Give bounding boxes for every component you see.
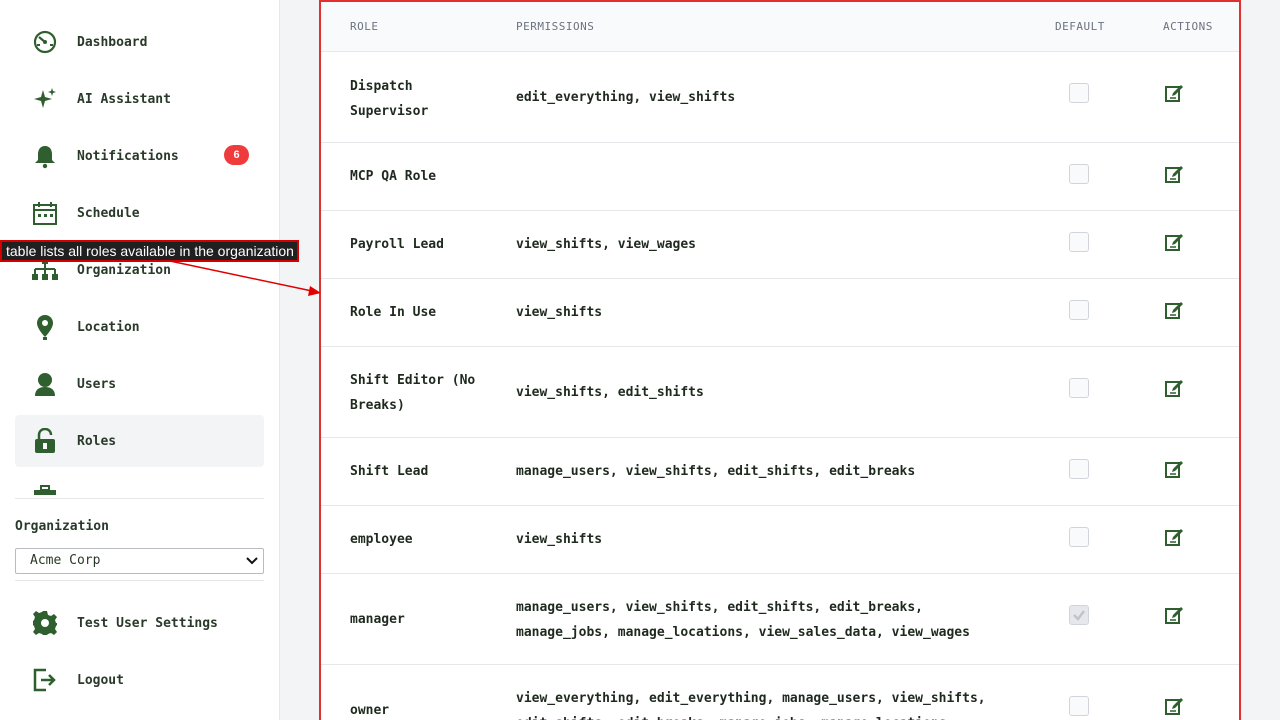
- sidebar-item-label: Roles: [77, 433, 117, 449]
- role-name: manager: [350, 612, 405, 627]
- sidebar-item-label: Users: [77, 376, 117, 392]
- table-header: ROLE PERMISSIONS DEFAULT ACTIONS: [321, 2, 1239, 52]
- default-checkbox[interactable]: [1069, 232, 1089, 252]
- sparkle-icon: [32, 86, 58, 112]
- table-row: Shift Editor (No Breaks) view_shifts, edi…: [321, 347, 1239, 438]
- sidebar-item-dashboard[interactable]: Dashboard: [15, 16, 264, 68]
- sidebar-item-label: AI Assistant: [77, 91, 171, 107]
- role-permissions: view_shifts, view_wages: [516, 237, 697, 252]
- chevron-down-icon: [245, 553, 259, 569]
- table-row: Shift Lead manage_users, view_shifts, edi…: [321, 438, 1239, 506]
- default-checkbox[interactable]: [1069, 300, 1089, 320]
- role-name: owner: [350, 703, 390, 718]
- sidebar-item-label: Logout: [77, 672, 124, 688]
- organization-select[interactable]: Acme Corp: [15, 548, 264, 574]
- column-header-permissions: PERMISSIONS: [516, 20, 595, 33]
- sidebar-item-partial[interactable]: [15, 472, 264, 495]
- role-name: MCP QA Role: [350, 169, 437, 184]
- organization-label: Organization: [15, 519, 109, 534]
- default-checkbox[interactable]: [1069, 83, 1089, 103]
- sidebar-item-users[interactable]: Users: [15, 358, 264, 410]
- sidebar-item-location[interactable]: Location: [15, 301, 264, 353]
- edit-icon[interactable]: [1164, 527, 1184, 547]
- default-checkbox[interactable]: [1069, 164, 1089, 184]
- sidebar-item-label: Test User Settings: [77, 615, 218, 631]
- sidebar-item-label: Schedule: [77, 205, 140, 221]
- role-permissions: view_everything, edit_everything, manage…: [516, 691, 986, 720]
- sidebar-item-ai-assistant[interactable]: AI Assistant: [15, 73, 264, 125]
- edit-icon[interactable]: [1164, 83, 1184, 103]
- edit-icon[interactable]: [1164, 300, 1184, 320]
- edit-icon[interactable]: [1164, 605, 1184, 625]
- column-header-actions: ACTIONS: [1163, 20, 1213, 33]
- edit-icon[interactable]: [1164, 378, 1184, 398]
- table-row: employee view_shifts: [321, 506, 1239, 574]
- sidebar-item-test-user-settings[interactable]: Test User Settings: [15, 597, 264, 649]
- gear-icon: [32, 610, 58, 636]
- edit-icon[interactable]: [1164, 459, 1184, 479]
- role-name: Shift Lead: [350, 464, 429, 479]
- role-name: employee: [350, 532, 413, 547]
- sidebar: Dashboard AI Assistant Notifications 6 S…: [0, 0, 280, 720]
- column-header-role: ROLE: [350, 20, 379, 33]
- organization-select-value: Acme Corp: [30, 553, 101, 568]
- sidebar-item-label: Notifications: [77, 148, 179, 164]
- sidebar-item-logout[interactable]: Logout: [15, 654, 264, 706]
- annotation-callout: table lists all roles available in the o…: [0, 240, 299, 262]
- role-name: Shift Editor (No Breaks): [350, 373, 476, 413]
- calendar-icon: [32, 200, 58, 226]
- dashboard-icon: [32, 29, 58, 55]
- edit-icon[interactable]: [1164, 696, 1184, 716]
- briefcase-icon: [32, 485, 58, 495]
- role-permissions: edit_everything, view_shifts: [516, 90, 736, 105]
- sidebar-divider: [15, 580, 264, 581]
- logout-icon: [32, 667, 58, 693]
- role-permissions: view_shifts, edit_shifts: [516, 385, 704, 400]
- table-row: Role In Use view_shifts: [321, 279, 1239, 347]
- default-checkbox[interactable]: [1069, 696, 1089, 716]
- sidebar-item-label: Dashboard: [77, 34, 148, 50]
- table-row: Payroll Lead view_shifts, view_wages: [321, 211, 1239, 279]
- column-header-default: DEFAULT: [1055, 20, 1105, 33]
- roles-table: ROLE PERMISSIONS DEFAULT ACTIONS Dispatc…: [319, 0, 1241, 720]
- table-row: Dispatch Supervisor edit_everything, view…: [321, 52, 1239, 143]
- edit-icon[interactable]: [1164, 232, 1184, 252]
- default-checkbox[interactable]: [1069, 605, 1089, 625]
- table-row: MCP QA Role: [321, 143, 1239, 211]
- default-checkbox[interactable]: [1069, 459, 1089, 479]
- role-permissions: view_shifts: [516, 305, 603, 320]
- sidebar-item-label: Organization: [77, 262, 171, 278]
- user-icon: [32, 371, 58, 397]
- default-checkbox[interactable]: [1069, 527, 1089, 547]
- table-row: manager manage_users, view_shifts, edit_s…: [321, 574, 1239, 665]
- sidebar-item-roles[interactable]: Roles: [15, 415, 264, 467]
- role-permissions: manage_users, view_shifts, edit_shifts, …: [516, 464, 916, 479]
- role-name: Role In Use: [350, 305, 437, 320]
- unlock-icon: [32, 428, 58, 454]
- notification-count-badge: 6: [224, 145, 249, 165]
- default-checkbox[interactable]: [1069, 378, 1089, 398]
- role-name: Dispatch Supervisor: [350, 79, 429, 119]
- bell-icon: [32, 143, 58, 169]
- role-permissions: view_shifts: [516, 532, 603, 547]
- table-row: owner view_everything, edit_everything, m…: [321, 665, 1239, 720]
- sidebar-divider: [15, 498, 264, 499]
- sidebar-item-schedule[interactable]: Schedule: [15, 187, 264, 239]
- role-permissions: manage_users, view_shifts, edit_shifts, …: [516, 600, 970, 640]
- sidebar-item-label: Location: [77, 319, 140, 335]
- map-pin-icon: [32, 314, 58, 340]
- edit-icon[interactable]: [1164, 164, 1184, 184]
- sidebar-item-notifications[interactable]: Notifications 6: [15, 130, 264, 182]
- role-name: Payroll Lead: [350, 237, 444, 252]
